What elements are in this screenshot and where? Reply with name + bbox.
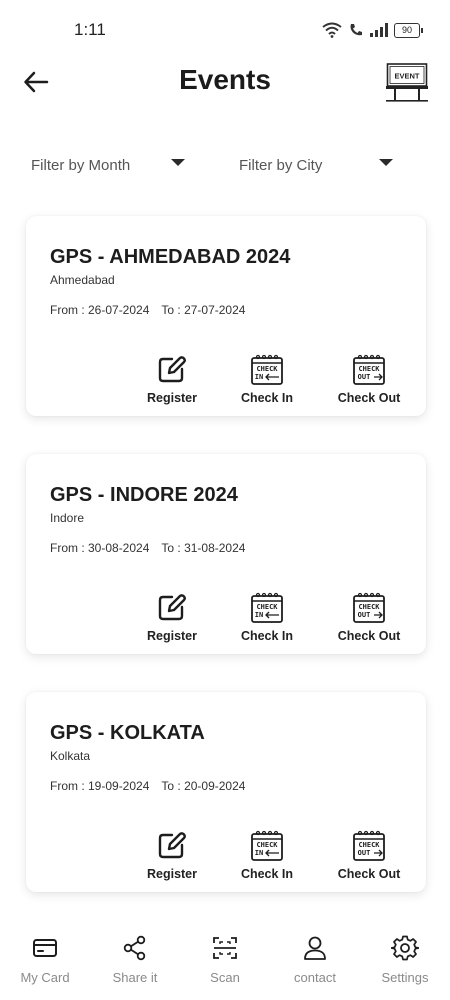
check-in-label: Check In (240, 629, 294, 643)
bottom-nav: My Card Share it Scan contact Settings (0, 924, 450, 1000)
nav-my-card-label: My Card (20, 970, 70, 985)
calendar-check-out-icon: CHECK OUT (353, 354, 385, 385)
share-icon (123, 935, 146, 961)
filters: Filter by Month Filter by City (0, 150, 450, 180)
register-label: Register (146, 391, 198, 405)
header: Events EVENT (0, 58, 450, 108)
dropdown-arrow-icon (171, 159, 185, 166)
scan-icon (213, 937, 237, 959)
event-card[interactable]: GPS - KOLKATA Kolkata From : 19-09-2024 T… (26, 692, 426, 892)
check-out-icon-text-top: CHECK (358, 603, 380, 611)
event-from-date: From : 30-08-2024 (50, 541, 150, 555)
check-out-label: Check Out (337, 867, 401, 881)
person-icon (304, 936, 326, 960)
nav-scan-label: Scan (210, 970, 240, 985)
gear-icon (391, 935, 419, 961)
nav-share-it[interactable]: Share it (90, 934, 180, 985)
check-out-icon-text-bottom: OUT (358, 373, 371, 381)
event-name: GPS - KOLKATA (50, 722, 205, 744)
check-out-button[interactable]: CHECK OUT Check Out (324, 354, 414, 405)
check-in-label: Check In (240, 867, 294, 881)
check-in-icon-text-bottom: IN (255, 611, 263, 619)
filter-month-dropdown[interactable]: Filter by Month (31, 150, 191, 180)
event-card[interactable]: GPS - INDORE 2024 Indore From : 30-08-20… (26, 454, 426, 654)
register-label: Register (146, 867, 198, 881)
status-bar: 1:11 90 (0, 0, 450, 60)
event-list: GPS - AHMEDABAD 2024 Ahmedabad From : 26… (26, 216, 426, 930)
check-in-button[interactable]: CHECK IN Check In (222, 830, 312, 881)
check-in-icon-text-top: CHECK (256, 841, 278, 849)
check-out-button[interactable]: CHECK OUT Check Out (324, 592, 414, 643)
check-in-icon-text-top: CHECK (256, 603, 278, 611)
signal-icon (370, 23, 388, 37)
nav-contact[interactable]: contact (270, 934, 360, 985)
check-out-label: Check Out (337, 391, 401, 405)
nav-my-card[interactable]: My Card (0, 934, 90, 985)
event-from-date: From : 19-09-2024 (50, 779, 150, 793)
event-to-date: To : 31-08-2024 (161, 541, 246, 555)
event-dates: From : 30-08-2024 To : 31-08-2024 (50, 541, 245, 555)
nav-scan[interactable]: Scan (180, 934, 270, 985)
edit-icon (158, 594, 186, 621)
check-out-button[interactable]: CHECK OUT Check Out (324, 830, 414, 881)
nav-settings-label: Settings (381, 970, 429, 985)
event-city: Kolkata (50, 749, 91, 763)
calendar-check-out-icon: CHECK OUT (353, 592, 385, 623)
nav-settings[interactable]: Settings (360, 934, 450, 985)
event-board-icon[interactable]: EVENT (386, 60, 428, 102)
check-in-icon-text-bottom: IN (255, 373, 263, 381)
page-title: Events (179, 64, 271, 95)
check-in-label: Check In (240, 391, 294, 405)
check-out-icon-text-bottom: OUT (358, 849, 371, 857)
battery-icon: 90 (394, 22, 423, 38)
register-label: Register (146, 629, 198, 643)
event-actions: Register CHECK IN Check In CHECK OUT Che… (26, 592, 426, 648)
check-out-label: Check Out (337, 629, 401, 643)
card-icon (33, 939, 57, 957)
register-button[interactable]: Register (127, 830, 217, 881)
check-in-button[interactable]: CHECK IN Check In (222, 354, 312, 405)
event-sign-text: EVENT (394, 72, 419, 81)
filter-city-label: Filter by City (239, 156, 323, 174)
check-in-icon-text-top: CHECK (256, 365, 278, 373)
event-from-date: From : 26-07-2024 (50, 303, 150, 317)
event-dates: From : 19-09-2024 To : 20-09-2024 (50, 779, 245, 793)
event-city: Indore (50, 511, 85, 525)
filter-city-dropdown[interactable]: Filter by City (239, 150, 399, 180)
battery-level: 90 (401, 24, 412, 35)
event-to-date: To : 27-07-2024 (161, 303, 246, 317)
call-icon (350, 24, 362, 36)
wifi-icon (322, 22, 342, 38)
register-button[interactable]: Register (127, 592, 217, 643)
calendar-check-in-icon: CHECK IN (251, 354, 283, 385)
filter-month-label: Filter by Month (31, 156, 131, 174)
event-name: GPS - INDORE 2024 (50, 484, 238, 506)
check-out-icon-text-top: CHECK (358, 365, 380, 373)
nav-contact-label: contact (294, 970, 336, 985)
event-to-date: To : 20-09-2024 (161, 779, 246, 793)
event-city: Ahmedabad (50, 273, 115, 287)
check-out-icon-text-bottom: OUT (358, 611, 371, 619)
check-out-icon-text-top: CHECK (358, 841, 380, 849)
calendar-check-out-icon: CHECK OUT (353, 830, 385, 861)
check-in-icon-text-bottom: IN (255, 849, 263, 857)
status-time: 1:11 (74, 20, 106, 39)
register-button[interactable]: Register (127, 354, 217, 405)
event-name: GPS - AHMEDABAD 2024 (50, 246, 291, 268)
event-actions: Register CHECK IN Check In CHECK OUT Che… (26, 830, 426, 886)
event-dates: From : 26-07-2024 To : 27-07-2024 (50, 303, 245, 317)
edit-icon (158, 832, 186, 859)
calendar-check-in-icon: CHECK IN (251, 830, 283, 861)
event-actions: Register CHECK IN Check In CHECK OUT Che… (26, 354, 426, 410)
nav-share-it-label: Share it (112, 970, 158, 985)
dropdown-arrow-icon (379, 159, 393, 166)
check-in-button[interactable]: CHECK IN Check In (222, 592, 312, 643)
calendar-check-in-icon: CHECK IN (251, 592, 283, 623)
status-icons: 90 (322, 22, 423, 38)
edit-icon (158, 356, 186, 383)
event-card[interactable]: GPS - AHMEDABAD 2024 Ahmedabad From : 26… (26, 216, 426, 416)
